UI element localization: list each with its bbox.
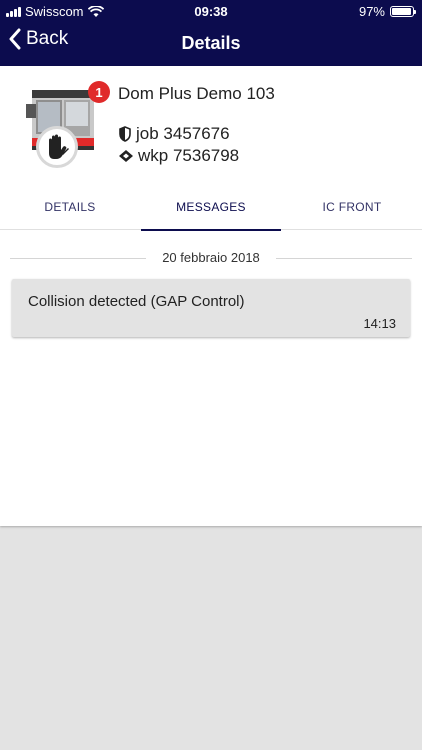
hand-icon xyxy=(49,134,69,159)
workpiece-row: wkp 7536798 xyxy=(118,146,239,166)
tab-ic-front-label: IC FRONT xyxy=(322,200,382,214)
tab-bar: DETAILS MESSAGES IC FRONT xyxy=(0,186,422,231)
device-name: Dom Plus Demo 103 xyxy=(118,84,275,103)
job-number: job 3457676 xyxy=(136,124,230,143)
message-time: 14:13 xyxy=(363,316,396,331)
workpiece-number: wkp 7536798 xyxy=(138,146,240,165)
battery-icon xyxy=(390,6,416,17)
tab-messages[interactable]: MESSAGES xyxy=(141,186,281,231)
tab-details-label: DETAILS xyxy=(44,200,96,214)
active-tab-indicator xyxy=(141,229,281,231)
notification-badge: 1 xyxy=(88,81,110,103)
navigation-bar: Back Details xyxy=(0,24,422,64)
stop-hand-icon xyxy=(36,126,78,168)
shield-icon xyxy=(119,126,131,142)
top-bar: Swisscom 09:38 97% Back Details xyxy=(0,0,422,66)
status-bar: Swisscom 09:38 97% xyxy=(0,0,422,22)
battery-percent: 97% xyxy=(358,4,385,19)
date-separator-line-right xyxy=(276,258,412,259)
message-text: Collision detected (GAP Control) xyxy=(28,293,245,310)
job-row: job 3457676 xyxy=(118,124,230,144)
workpiece-icon xyxy=(119,150,133,162)
status-right: 97% xyxy=(358,4,416,19)
date-separator: 20 febbraio 2018 xyxy=(10,248,412,268)
tab-messages-label: MESSAGES xyxy=(176,200,246,214)
message-item[interactable]: Collision detected (GAP Control) 14:13 xyxy=(12,279,410,337)
tab-details[interactable]: DETAILS xyxy=(0,186,140,230)
battery-fill xyxy=(392,8,412,15)
page-title: Details xyxy=(181,33,241,53)
tab-ic-front[interactable]: IC FRONT xyxy=(282,186,422,230)
